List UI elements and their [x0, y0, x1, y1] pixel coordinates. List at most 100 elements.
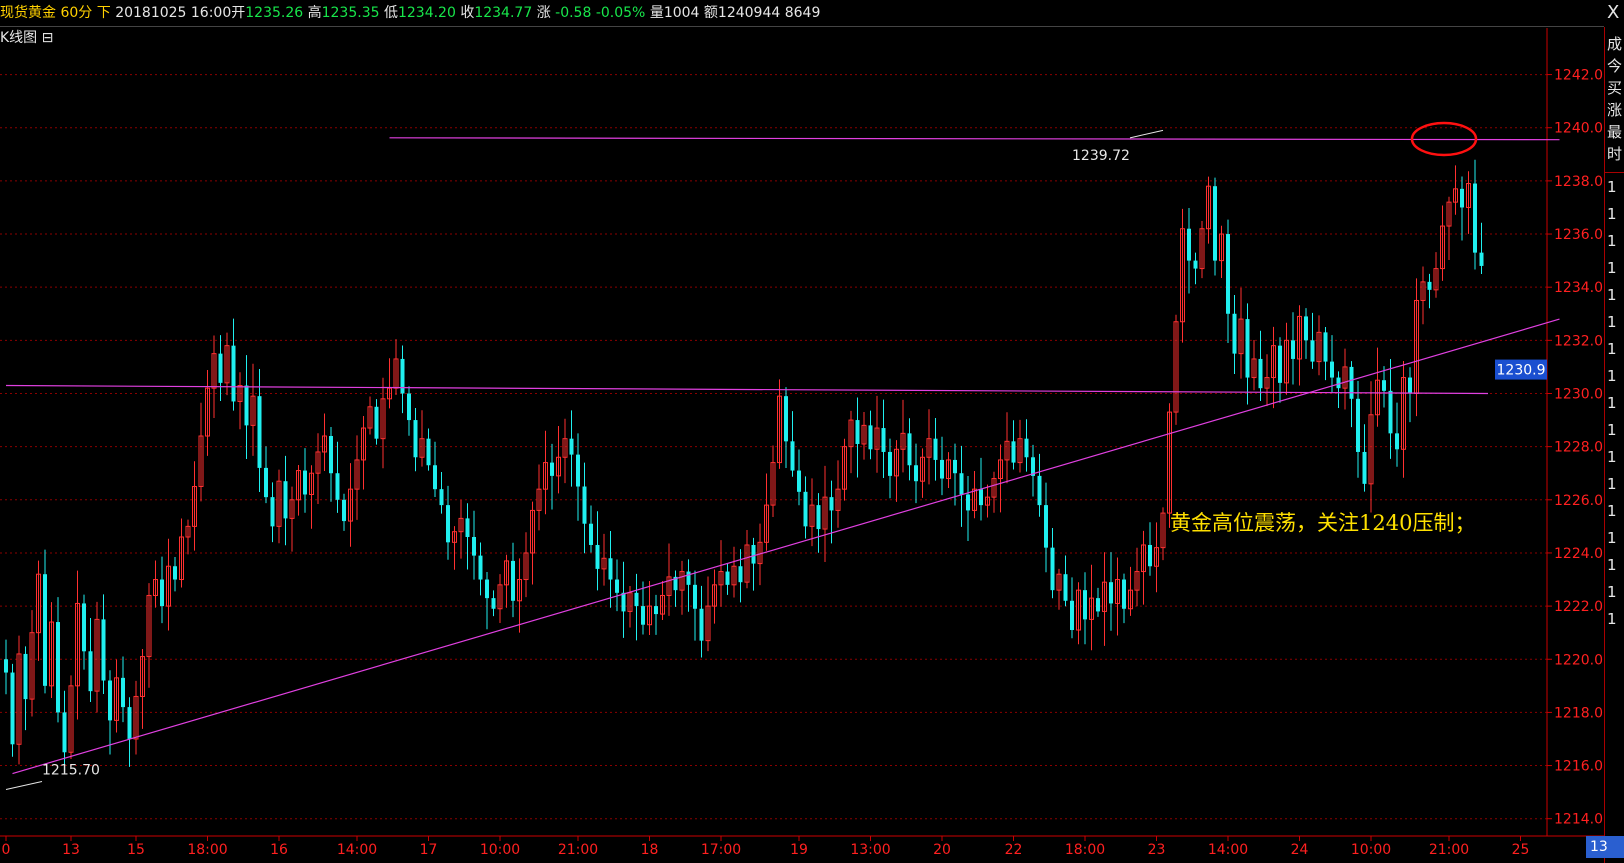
candle-body [1362, 451, 1367, 484]
candle-body [576, 454, 580, 487]
candle-body [270, 497, 275, 527]
candle-body [582, 486, 587, 524]
candle-body [56, 622, 60, 713]
time-tick-label: 13:00 [850, 842, 890, 858]
candle-body [654, 606, 658, 615]
side-panel-item: 1 [1607, 448, 1617, 466]
candle-body [621, 592, 626, 612]
candle-body [173, 566, 177, 580]
candle-body [816, 505, 821, 530]
candle-body [1278, 345, 1282, 383]
candle-body [121, 677, 125, 708]
time-tick-label: 25 [1512, 842, 1530, 858]
candle-body [550, 462, 554, 476]
price-tick-label: 1222.0 [1554, 599, 1603, 615]
price-tick-label: 1228.0 [1554, 440, 1603, 456]
candle-body [1213, 186, 1217, 261]
side-panel-item: 1 [1607, 367, 1617, 385]
side-panel-item: 1 [1607, 529, 1617, 547]
side-panel-item: 1 [1607, 286, 1617, 304]
price-tick-label: 1232.0 [1554, 333, 1603, 349]
candle-body [1024, 438, 1029, 458]
side-panel-item: 今 [1607, 57, 1623, 75]
candle-body [108, 680, 112, 721]
candle-body [1388, 390, 1393, 434]
candle-body [1408, 377, 1412, 394]
candle-body [264, 467, 268, 498]
time-tick-label: 17 [420, 842, 438, 858]
candle-body [1063, 574, 1068, 601]
candle-body [374, 406, 379, 439]
time-tick-label: 10:00 [480, 842, 520, 858]
time-tick-label: 21:00 [1429, 842, 1469, 858]
candle-body [829, 497, 834, 511]
price-tick-label: 1226.0 [1554, 493, 1603, 509]
candle-body [4, 659, 8, 673]
time-tick-label: 16 [270, 842, 288, 858]
candle-body [101, 619, 106, 681]
candle-body [686, 571, 691, 585]
candle-body [1349, 366, 1354, 399]
candle-body [1304, 316, 1308, 341]
candle-body [10, 672, 15, 745]
side-panel-item: 1 [1607, 502, 1617, 520]
candle-body [446, 505, 450, 543]
candle-body [693, 584, 697, 609]
candle-body [1460, 188, 1464, 208]
time-tick-label: 0 [2, 842, 11, 858]
candle-body [1323, 332, 1328, 362]
candle-body [88, 651, 93, 692]
candle-body [62, 712, 67, 753]
time-tick-label: 19 [790, 842, 808, 858]
candle-body [966, 494, 970, 511]
candle-body [1044, 505, 1048, 548]
low-marker-label: 1215.70 [42, 763, 100, 779]
candle-body [329, 436, 333, 474]
candle-body [1479, 252, 1484, 266]
candle-body [1291, 340, 1295, 359]
trendline-neckline[interactable] [5, 384, 1489, 395]
candle-body [1310, 340, 1315, 362]
trendline-resistance[interactable] [389, 137, 1560, 141]
candlestick-chart[interactable]: 1242.01240.01238.01236.01234.01232.01230… [0, 0, 1624, 859]
candle-body [1356, 398, 1360, 452]
candle-body [881, 428, 886, 452]
time-tick-label: 13 [62, 842, 80, 858]
candle-body [959, 473, 964, 495]
price-tick-label: 1218.0 [1554, 705, 1603, 721]
time-tick-label: 17:00 [701, 842, 741, 858]
time-corner-badge[interactable]: 13 [1586, 836, 1624, 858]
candle-body [244, 385, 249, 426]
time-tick-label: 14:00 [1208, 842, 1248, 858]
candle-body [1083, 590, 1087, 620]
price-tick-label: 1220.0 [1554, 652, 1603, 668]
candle-body [439, 489, 444, 506]
candle-body [641, 606, 645, 625]
price-tick-label: 1224.0 [1554, 546, 1603, 562]
price-tick-label: 1234.0 [1554, 280, 1603, 296]
candle-body [433, 465, 437, 490]
price-tick-label: 1238.0 [1554, 174, 1603, 190]
time-tick-label: 21:00 [558, 842, 598, 858]
price-tick-label: 1242.0 [1554, 68, 1603, 84]
candle-body [1395, 433, 1399, 450]
candle-body [608, 558, 613, 580]
time-tick-label: 22 [1005, 842, 1023, 858]
candle-body [218, 353, 223, 383]
candle-body [511, 560, 515, 601]
candle-body [797, 470, 801, 492]
candle-body [953, 459, 957, 474]
candle-body [751, 544, 756, 564]
candle-body [400, 358, 405, 394]
candle-body [1050, 547, 1055, 591]
candle-body [569, 438, 574, 455]
candle-body [595, 544, 600, 569]
time-tick-label: 14:00 [337, 842, 377, 858]
candle-body [979, 489, 983, 506]
time-tick-label: 20 [933, 842, 951, 858]
time-tick-label: 23 [1148, 842, 1166, 858]
candle-body [1148, 544, 1152, 567]
candle-body [472, 537, 476, 556]
price-tick-label: 1236.0 [1554, 227, 1603, 243]
side-panel-item: 买 [1607, 79, 1623, 97]
